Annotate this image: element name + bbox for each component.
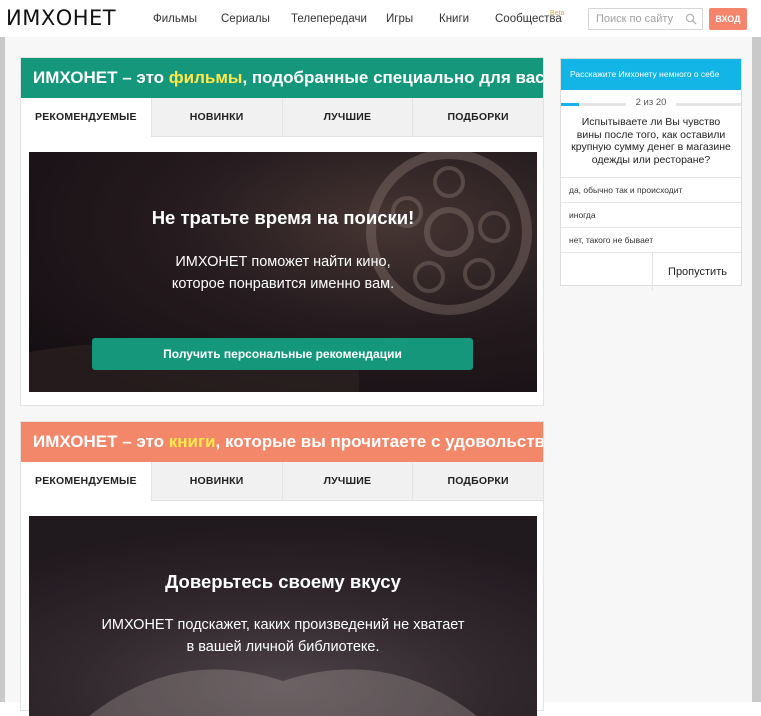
survey-progress: 2 из 20 (561, 90, 741, 108)
books-hero-heading: Доверьтесь своему вкусу (165, 571, 401, 592)
movies-tab-best[interactable]: ЛУЧШИЕ (281, 98, 413, 136)
books-tab-best[interactable]: ЛУЧШИЕ (281, 462, 413, 500)
survey-header: Расскажите Имхонету немного о себе (561, 59, 741, 90)
nav-games[interactable]: Игры (386, 13, 413, 25)
books-hero-text-line2: в вашей личной библиотеке. (186, 639, 380, 655)
books-title-prefix: ИМХОНЕТ – это (33, 432, 169, 451)
books-title-highlight[interactable]: книги (169, 432, 216, 451)
search-icon[interactable] (685, 13, 697, 25)
movies-tab-recommended[interactable]: РЕКОМЕНДУЕМЫЕ (21, 98, 151, 137)
movies-card-title: ИМХОНЕТ – это фильмы, подобранные специа… (21, 58, 543, 98)
survey-counter: 2 из 20 (626, 97, 676, 108)
books-title-suffix: , которые вы прочитаете с удовольствием (215, 432, 543, 451)
survey-question: Испытываете ли Вы чувство вины после тог… (571, 116, 731, 166)
movies-hero-text-line1: ИМХОНЕТ поможет найти кино, (175, 254, 391, 270)
nav-tv-shows[interactable]: Телепередачи (291, 13, 367, 25)
beta-badge: Beta (550, 10, 565, 17)
survey-footer: Пропустить (561, 252, 741, 291)
books-card: ИМХОНЕТ – это книги, которые вы прочитае… (20, 421, 544, 716)
books-tabs: РЕКОМЕНДУЕМЫЕ НОВИНКИ ЛУЧШИЕ ПОДБОРКИ (21, 462, 543, 501)
movies-hero-heading: Не тратьте время на поиски! (151, 207, 415, 228)
books-tab-collections[interactable]: ПОДБОРКИ (412, 462, 543, 500)
skip-button[interactable]: Пропустить (652, 253, 742, 291)
site-header: ИМХОНЕТ Фильмы Сериалы Телепередачи Игры… (0, 0, 761, 37)
get-recommendations-button[interactable]: Получить персональные рекомендации (92, 338, 473, 370)
survey-progress-fill (561, 103, 579, 106)
movies-tabs: РЕКОМЕНДУЕМЫЕ НОВИНКИ ЛУЧШИЕ ПОДБОРКИ (21, 98, 543, 137)
movies-hero-text-line2: которое понравится именно вам. (171, 276, 395, 292)
nav-films[interactable]: Фильмы (153, 13, 197, 25)
search-box (588, 8, 703, 30)
books-hero-banner: Доверьтесь своему вкусу ИМХОНЕТ подскаже… (29, 516, 537, 716)
survey-answer-yes[interactable]: да, обычно так и происходит (561, 177, 741, 202)
login-button[interactable]: ВХОД (709, 8, 747, 30)
movies-tab-collections[interactable]: ПОДБОРКИ (412, 98, 543, 136)
books-tab-new[interactable]: НОВИНКИ (150, 462, 282, 500)
books-hero-text-line1: ИМХОНЕТ подскажет, каких произведений не… (101, 617, 465, 633)
nav-series[interactable]: Сериалы (221, 13, 270, 25)
page-frame-right (752, 37, 761, 702)
movies-title-prefix: ИМХОНЕТ – это (33, 68, 169, 87)
survey-answer-no[interactable]: нет, такого не бывает (561, 227, 741, 252)
movies-hero-banner: Не тратьте время на поиски! ИМХОНЕТ помо… (29, 152, 537, 392)
books-tab-recommended[interactable]: РЕКОМЕНДУЕМЫЕ (21, 462, 151, 501)
survey-widget: Расскажите Имхонету немного о себе 2 из … (560, 58, 742, 291)
survey-answer-sometimes[interactable]: иногда (561, 202, 741, 227)
books-card-title: ИМХОНЕТ – это книги, которые вы прочитае… (21, 422, 543, 462)
movies-tab-new[interactable]: НОВИНКИ (150, 98, 282, 136)
movies-title-highlight[interactable]: фильмы (169, 68, 243, 87)
site-logo[interactable]: ИМХОНЕТ (6, 6, 116, 30)
movies-title-suffix: , подобранные специально для вас (242, 68, 543, 87)
nav-books[interactable]: Книги (439, 13, 469, 25)
search-input[interactable] (589, 9, 688, 29)
movies-card: ИМХОНЕТ – это фильмы, подобранные специа… (20, 57, 544, 406)
